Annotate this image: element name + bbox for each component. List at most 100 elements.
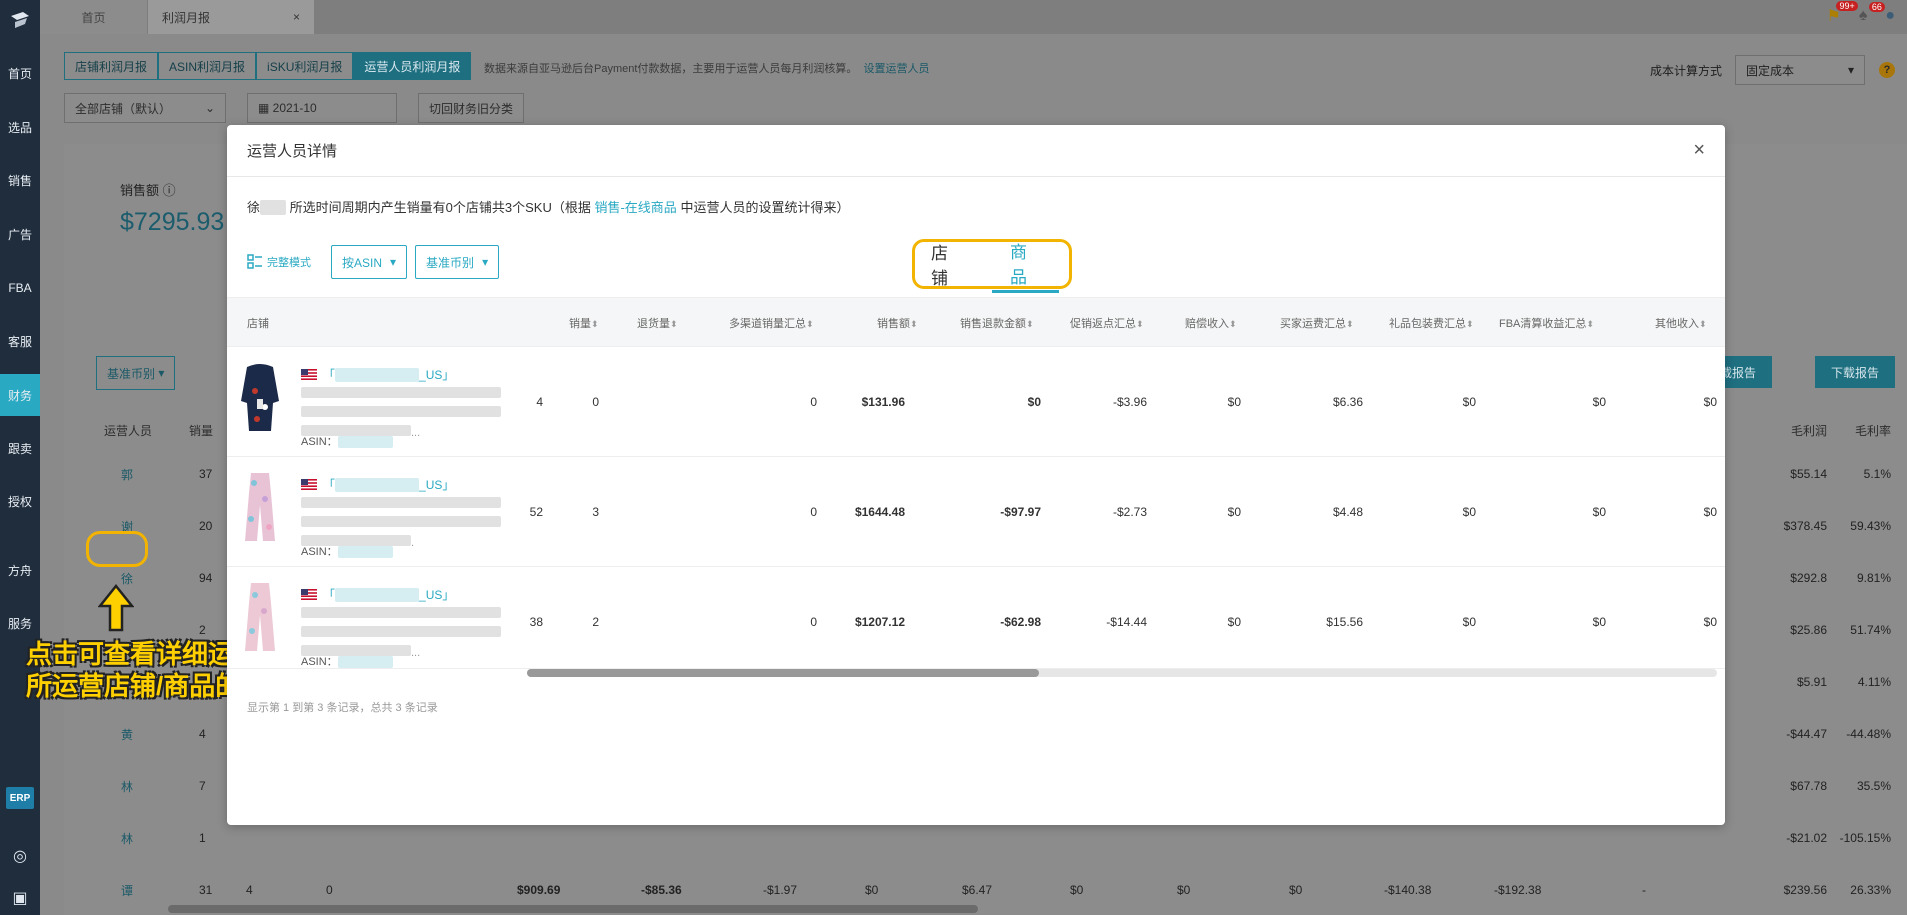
cell-gift: $0 [1462, 615, 1476, 629]
col-refund-label: 销售退款金额 [960, 318, 1026, 330]
desc-text: 所选时间周期内产生销量有0个店铺共3个SKU（根据 [289, 200, 591, 215]
close-icon[interactable]: × [293, 10, 300, 24]
col-sales: 销量 [189, 424, 214, 438]
bell-badge: 66 [1868, 2, 1885, 12]
product-image[interactable] [239, 361, 281, 435]
col-fba[interactable]: FBA清算收益汇总⬍ [1499, 315, 1594, 331]
tab-product[interactable]: 商品 [992, 236, 1059, 293]
col-promo[interactable]: 促销返点汇总⬍ [1070, 315, 1144, 331]
row-qty: 2 [199, 623, 206, 637]
nav-item-fba[interactable]: FBA [0, 267, 40, 309]
month-picker[interactable]: ▦ 2021-10 [247, 93, 397, 123]
tab-profit-monthly[interactable]: 利润月报 × [148, 0, 314, 34]
logo-icon[interactable] [0, 0, 40, 42]
store-name[interactable]: 「xxxxxxxxxxxxxx_US」 [323, 366, 454, 383]
cell-qty: 52 [529, 505, 543, 519]
row-rate: -105.15% [1839, 831, 1891, 845]
cell-qty: 38 [529, 615, 543, 629]
col-refund[interactable]: 销售退款金额⬍ [960, 315, 1034, 331]
asin-label: ASIN： [301, 656, 338, 668]
col-mcf[interactable]: 多渠道销量汇总⬍ [729, 315, 814, 331]
row-qty: 37 [199, 467, 213, 481]
gift-icon[interactable]: ▣ [10, 888, 30, 908]
page-horizontal-scrollbar[interactable] [168, 905, 978, 913]
col-other[interactable]: 其他收入⬍ [1655, 315, 1707, 331]
tab-profit-label: 利润月报 [162, 10, 211, 25]
tab-home[interactable]: 首页 [40, 0, 147, 34]
sales-value: $7295.93 [120, 208, 225, 236]
redacted-asin[interactable]: xxxxxxxxxx [337, 656, 393, 668]
row-gross: $239.56 [1783, 883, 1827, 897]
product-image[interactable] [239, 581, 281, 655]
col-returns-label: 退货量 [637, 318, 670, 330]
nav-item-home[interactable]: 首页 [0, 52, 40, 94]
nav-item-sales[interactable]: 销售 [0, 159, 40, 201]
full-mode-label: 完整模式 [267, 257, 311, 269]
bell-icon[interactable]: ♠ 66 [1859, 2, 1885, 25]
tab-store[interactable]: 店铺 [925, 237, 968, 291]
support-icon[interactable]: ◎ [10, 846, 30, 866]
cell-promo: -$3.96 [1112, 395, 1147, 409]
operator-highlight-ring [86, 531, 148, 567]
col-gross-profit: 毛利润 [1790, 424, 1827, 438]
table-scrollbar-thumb[interactable] [527, 669, 1039, 677]
export-report-button[interactable]: 下载报告 [1814, 356, 1895, 388]
asin-field: ASIN：xxxxxxxxxx [301, 433, 393, 449]
currency-dropdown[interactable]: 基准币别 ▾ [415, 245, 500, 279]
store-name[interactable]: 「xxxxxxxxxxxxxx_US」 [323, 586, 454, 603]
top-icons: ⚑ 99+ ♠ 66 ● [1826, 1, 1895, 26]
close-icon[interactable]: × [1693, 139, 1705, 162]
us-flag-icon [301, 479, 317, 490]
online-products-link[interactable]: 销售-在线商品 [594, 200, 676, 215]
nav-item-finance[interactable]: 财务 [0, 374, 40, 416]
store-name[interactable]: 「xxxxxxxxxxxxxx_US」 [323, 476, 454, 493]
nav-item-auth[interactable]: 授权 [0, 480, 40, 522]
subtab-asin[interactable]: ASIN利润月报 [158, 52, 257, 80]
user-avatar-icon[interactable]: ● [1885, 7, 1895, 25]
currency-button[interactable]: 基准币别 ▾ [96, 356, 176, 390]
currency-label: 基准币别 [107, 366, 156, 381]
nav-item-service[interactable]: 客服 [0, 320, 40, 362]
cell-ship: $6.36 [1332, 395, 1363, 409]
col-gift[interactable]: 礼品包装费汇总⬍ [1389, 315, 1474, 331]
redacted-product-line [301, 387, 501, 398]
operator-name[interactable]: 黄 [121, 726, 133, 743]
redacted-asin[interactable]: xxxxxxxxxx [337, 436, 393, 448]
cell-fba: $0 [1592, 395, 1606, 409]
flag-icon[interactable]: ⚑ 99+ [1826, 1, 1858, 26]
col-ship[interactable]: 买家运费汇总⬍ [1280, 315, 1354, 331]
cost-method-select[interactable]: 固定成本 ▾ [1735, 55, 1865, 85]
operator-name[interactable]: 郭 [121, 466, 133, 483]
subtab-isku[interactable]: iSKU利润月报 [256, 52, 354, 80]
asin-label: ASIN： [301, 546, 338, 558]
by-asin-dropdown[interactable]: 按ASIN ▾ [331, 245, 408, 279]
redacted-asin[interactable]: xxxxxxxxxx [337, 546, 393, 558]
erp-button[interactable]: ERP [6, 787, 34, 809]
help-icon[interactable]: ? [1879, 62, 1895, 78]
nav-item-follow[interactable]: 跟卖 [0, 427, 40, 469]
full-mode-toggle[interactable]: 完整模式 [247, 254, 311, 270]
redacted-product-line [301, 607, 501, 618]
nav-item-ads[interactable]: 广告 [0, 213, 40, 255]
nav-item-selection[interactable]: 选品 [0, 106, 40, 148]
cell-promo: -$14.44 [1106, 615, 1147, 629]
store-filter-select[interactable]: 全部店铺（默认） ⌄ [64, 93, 226, 123]
product-image[interactable] [239, 471, 281, 545]
asin-label: ASIN： [301, 436, 338, 448]
operator-name[interactable]: 谭 [121, 882, 133, 899]
subtab-store[interactable]: 店铺利润月报 [64, 52, 159, 80]
operator-name[interactable]: 林 [121, 830, 133, 847]
col-returns[interactable]: 退货量⬍ [637, 315, 678, 331]
note-text: 数据来源自亚马逊后台Payment付款数据，主要用于运营人员每月利润核算。 [484, 63, 858, 75]
col-sales[interactable]: 销售额⬍ [877, 315, 918, 331]
row-gross: $67.78 [1790, 779, 1827, 793]
col-qty[interactable]: 销量⬍ [569, 315, 599, 331]
cell-mcf: 0 [810, 505, 817, 519]
col-comp[interactable]: 赔偿收入⬍ [1185, 315, 1237, 331]
operator-name[interactable]: 林 [121, 778, 133, 795]
row-qty: 7 [199, 779, 206, 793]
nav-item-ark[interactable]: 方舟 [0, 549, 40, 591]
switch-category-button[interactable]: 切回财务旧分类 [418, 93, 525, 123]
set-operator-link[interactable]: 设置运营人员 [864, 63, 930, 75]
subtab-operator[interactable]: 运营人员利润月报 [353, 52, 472, 80]
